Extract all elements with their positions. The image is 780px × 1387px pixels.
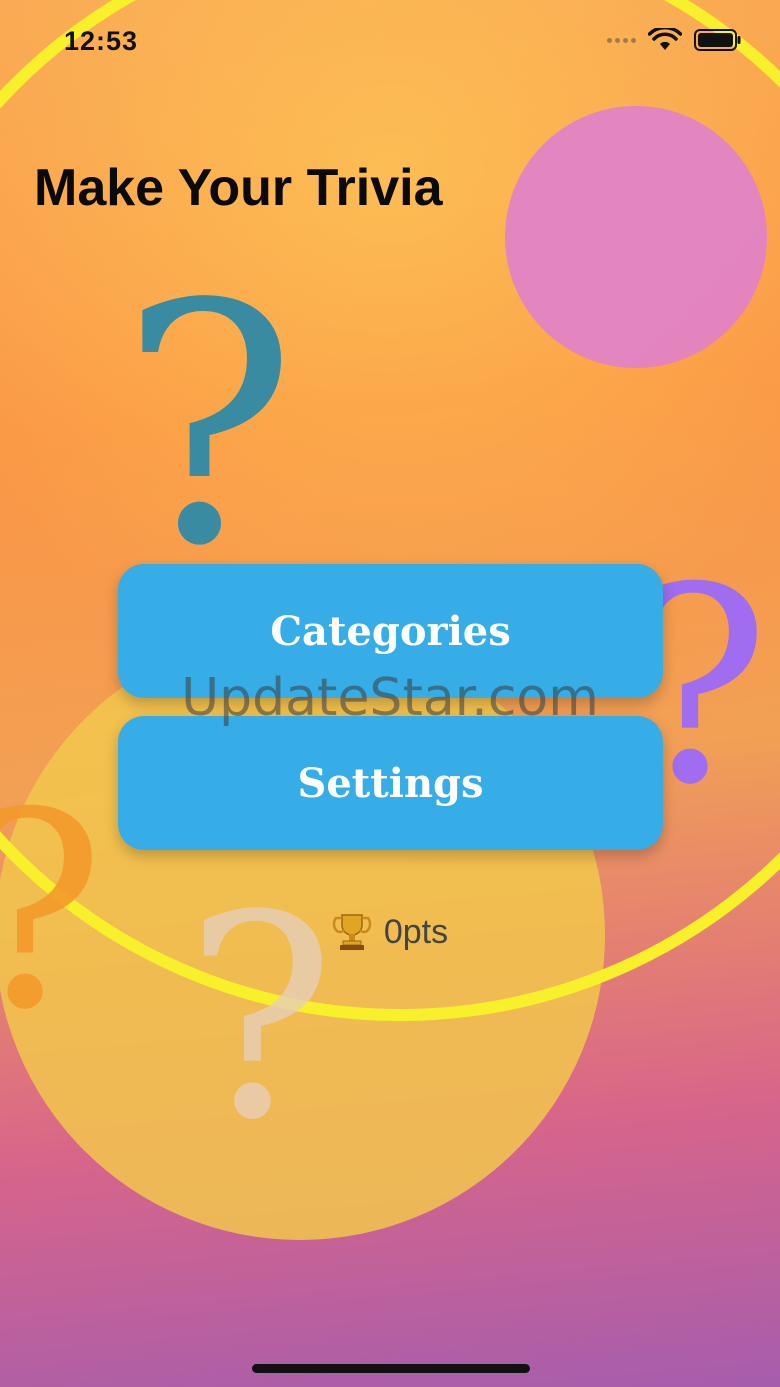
categories-button[interactable]: Categories xyxy=(118,564,663,698)
status-icons xyxy=(607,28,742,52)
teal-question-mark-icon: ? xyxy=(120,234,297,618)
settings-button[interactable]: Settings xyxy=(118,716,663,850)
pale-question-mark-icon: ? xyxy=(185,856,335,1182)
trophy-icon xyxy=(332,914,372,950)
signal-dots-icon xyxy=(607,37,636,43)
status-time: 12:53 xyxy=(64,26,139,56)
app-screen: ? ? ? ? 12:53 Make Your Trivia Categorie… xyxy=(0,0,780,1387)
score-text: 0pts xyxy=(383,912,449,951)
page-title: Make Your Trivia xyxy=(34,159,443,217)
home-indicator[interactable] xyxy=(252,1364,530,1373)
battery-icon xyxy=(694,29,741,51)
wifi-icon xyxy=(648,28,682,50)
score-display: 0pts xyxy=(0,912,780,952)
pink-circle xyxy=(505,106,767,368)
